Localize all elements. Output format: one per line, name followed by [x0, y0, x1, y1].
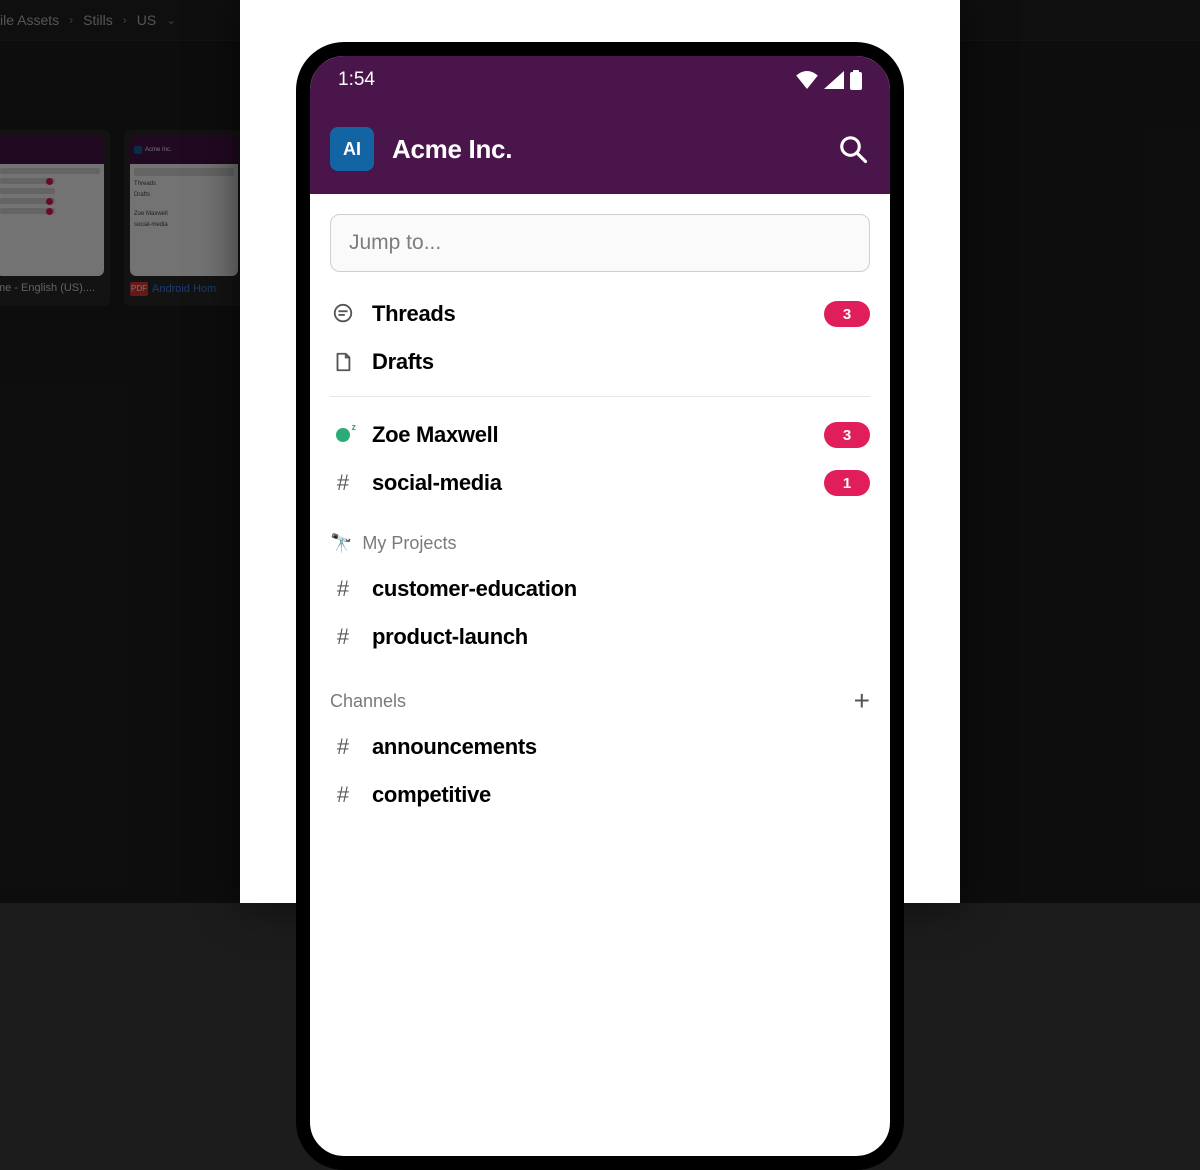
status-time: 1:54	[338, 69, 375, 91]
jump-to-input[interactable]: Jump to...	[330, 214, 870, 272]
unread-badge: 1	[824, 470, 870, 496]
channel-item-competitive[interactable]: # competitive	[330, 771, 870, 819]
dm-label: Zoe Maxwell	[372, 422, 808, 448]
home-body: Jump to... Threads 3 Drafts	[310, 194, 890, 819]
telescope-icon: 🔭	[330, 533, 352, 554]
drafts-icon	[330, 351, 356, 373]
divider	[330, 396, 870, 397]
channel-item-product-launch[interactable]: # product-launch	[330, 613, 870, 661]
unread-badge: 3	[824, 301, 870, 327]
hash-icon: #	[330, 782, 356, 808]
phone-frame: 1:54 AI Acme Inc	[296, 42, 904, 1170]
channel-item-announcements[interactable]: # announcements	[330, 723, 870, 771]
channel-label: customer-education	[372, 576, 870, 602]
channel-label: social-media	[372, 470, 808, 496]
nav-label: Drafts	[372, 349, 870, 375]
presence-away-icon	[330, 428, 356, 442]
hash-icon: #	[330, 734, 356, 760]
nav-threads[interactable]: Threads 3	[330, 290, 870, 338]
preview-modal: 1:54 AI Acme Inc	[240, 0, 960, 903]
nav-drafts[interactable]: Drafts	[330, 338, 870, 386]
section-label: Channels	[330, 691, 844, 712]
hash-icon: #	[330, 576, 356, 602]
nav-label: Threads	[372, 301, 808, 327]
section-channels[interactable]: Channels +	[330, 679, 870, 723]
status-bar: 1:54	[310, 56, 890, 104]
hash-icon: #	[330, 470, 356, 496]
channel-label: product-launch	[372, 624, 870, 650]
jump-to-placeholder: Jump to...	[349, 231, 441, 255]
workspace-title[interactable]: Acme Inc.	[392, 134, 818, 165]
dm-item-zoe[interactable]: Zoe Maxwell 3	[330, 411, 870, 459]
channel-label: competitive	[372, 782, 870, 808]
section-my-projects[interactable]: 🔭 My Projects	[330, 521, 870, 565]
channel-item-customer-education[interactable]: # customer-education	[330, 565, 870, 613]
battery-icon	[850, 70, 862, 90]
channel-label: announcements	[372, 734, 870, 760]
threads-icon	[330, 303, 356, 325]
search-icon	[838, 134, 868, 164]
cellular-icon	[824, 71, 844, 89]
add-channel-button[interactable]: +	[854, 687, 870, 715]
wifi-icon	[796, 71, 818, 89]
workspace-header: AI Acme Inc.	[310, 104, 890, 194]
search-button[interactable]	[836, 132, 870, 166]
section-label: My Projects	[362, 533, 870, 554]
channel-item-social-media[interactable]: # social-media 1	[330, 459, 870, 507]
unread-badge: 3	[824, 422, 870, 448]
hash-icon: #	[330, 624, 356, 650]
workspace-logo[interactable]: AI	[330, 127, 374, 171]
